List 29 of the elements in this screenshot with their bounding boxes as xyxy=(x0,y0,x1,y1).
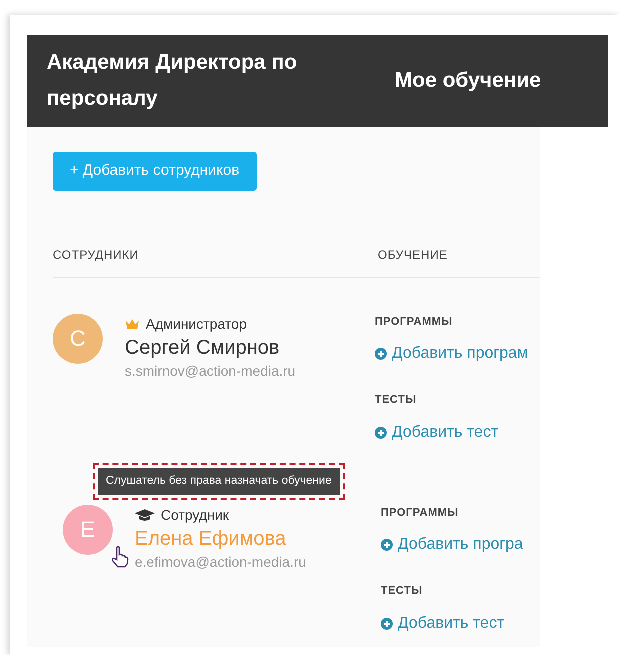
avatar: Е xyxy=(63,504,113,554)
avatar: С xyxy=(53,314,103,364)
tooltip: Слушатель без права назначать обучение xyxy=(98,468,340,495)
crown-icon xyxy=(125,318,140,330)
section-heading: ТЕСТЫ xyxy=(375,393,418,408)
hand-cursor-icon xyxy=(111,546,129,568)
email-text: e.efimova@action-media.ru xyxy=(135,552,306,572)
column-header: ОБУЧЕНИЕ xyxy=(378,248,448,262)
column-header: СОТРУДНИКИ xyxy=(53,248,139,262)
plus-circle-icon xyxy=(375,426,387,438)
role-label: Сотрудник xyxy=(161,506,230,525)
role-label: Администратор xyxy=(146,314,248,334)
add-link[interactable]: Добавить програ xyxy=(381,533,524,557)
add-employees-button[interactable]: + Добавить сотрудников xyxy=(53,152,257,190)
graduation-cap-icon xyxy=(135,508,155,522)
section-heading: ПРОГРАММЫ xyxy=(381,506,460,520)
plus-circle-icon xyxy=(381,539,393,551)
section-heading: ПРОГРАММЫ xyxy=(375,314,454,330)
plus-circle-icon xyxy=(375,348,387,360)
add-link[interactable]: Добавить програм xyxy=(375,342,528,366)
section-heading: ТЕСТЫ xyxy=(381,584,424,599)
employee-name-link[interactable]: Сергей Смирнов xyxy=(125,334,296,360)
site-title: Академия Директора по персоналу xyxy=(47,50,298,112)
email-text: s.smirnov@action-media.ru xyxy=(125,362,296,380)
add-link[interactable]: Добавить тест xyxy=(381,612,505,636)
nav-link[interactable]: Мое обучение xyxy=(395,65,542,97)
plus-circle-icon xyxy=(381,618,393,630)
employee-name-link[interactable]: Елена Ефимова xyxy=(135,526,306,552)
add-link[interactable]: Добавить тест xyxy=(375,420,499,444)
